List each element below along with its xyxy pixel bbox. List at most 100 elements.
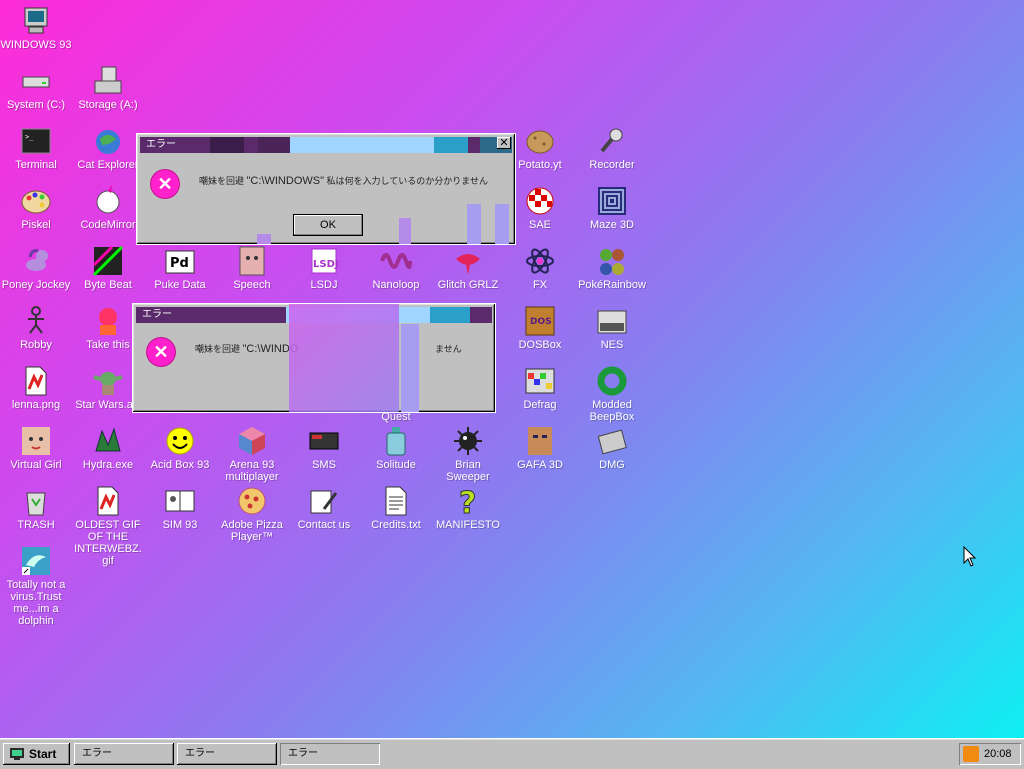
desktop-icon-credits[interactable]: Credits.txt xyxy=(360,485,432,531)
desktop-icon-label: Acid Box 93 xyxy=(150,459,210,471)
desktop-icon-terminal[interactable]: >_ Terminal xyxy=(0,125,72,171)
take-this-icon xyxy=(92,305,124,337)
desktop-icon-label: Defrag xyxy=(523,399,557,411)
dosbox-icon: DOS xyxy=(524,305,556,337)
desktop-icon-label: Puke Data xyxy=(154,279,206,291)
desktop-icon-dosbox[interactable]: DOS DOSBox xyxy=(504,305,576,351)
svg-text:?: ? xyxy=(459,486,476,517)
pokerainbow-icon xyxy=(596,245,628,277)
desktop-icon-pokerainbow[interactable]: PokéRainbow xyxy=(576,245,648,291)
desktop-icon-label: DOSBox xyxy=(518,339,562,351)
desktop-icon-solitude[interactable]: Solitude xyxy=(360,425,432,471)
desktop-icon-label: Robby xyxy=(20,339,52,351)
question-icon: ? xyxy=(452,485,484,518)
desktop-icon-robby[interactable]: Robby xyxy=(0,305,72,351)
desktop-icon-hydra[interactable]: Hydra.exe xyxy=(72,425,144,471)
desktop-icon-label: Arena 93 multiplayer xyxy=(225,459,279,483)
wave-icon xyxy=(380,245,412,277)
taskbar: Start エラー エラー エラー 20:08 xyxy=(0,738,1024,769)
write-icon xyxy=(308,485,340,517)
clock: 20:08 xyxy=(984,748,1012,760)
face-icon xyxy=(236,245,268,277)
desktop-icon-speech[interactable]: Speech xyxy=(216,245,288,291)
start-label: Start xyxy=(29,747,57,761)
desktop-icon-label: Credits.txt xyxy=(371,519,421,531)
desktop-icon-recorder[interactable]: Recorder xyxy=(576,125,648,171)
desktop-icon-arena93[interactable]: Arena 93 multiplayer xyxy=(216,425,288,483)
desktop-icon-label: Cat Explorer xyxy=(77,159,139,171)
glitch-strip xyxy=(399,218,411,244)
pony-icon xyxy=(20,245,52,277)
desktop-icon-briansweeper[interactable]: Brian Sweeper xyxy=(432,425,504,483)
error-dialog[interactable]: エラー ✕ 嘲妹を回避 "C:\WINDO ません xyxy=(132,303,496,413)
computer-icon xyxy=(20,5,52,37)
desktop-icon-label: CodeMirror xyxy=(80,219,136,231)
dialog-message: 嘲妹を回避 "C:\WINDO xyxy=(195,343,299,355)
maze-icon xyxy=(596,185,628,217)
desktop-icon-manifesto[interactable]: ? MANIFESTO xyxy=(432,485,504,532)
svg-text:Pd: Pd xyxy=(170,256,189,271)
desktop-icon-bytebeat[interactable]: Byte Beat xyxy=(72,245,144,291)
error-dialog[interactable]: エラー ✕ ✕ 嘲妹を回避 "C:\WINDOWS" 私は何を入力しているのか分… xyxy=(136,133,516,245)
dialog-titlebar[interactable]: エラー xyxy=(140,137,512,153)
ok-button[interactable]: OK xyxy=(293,214,363,236)
desktop-icon-defrag[interactable]: Defrag xyxy=(504,365,576,411)
cube-icon xyxy=(236,425,268,457)
desktop-icon-label: Brian Sweeper xyxy=(446,459,490,483)
glitch-strip xyxy=(289,304,399,412)
windows-logo-icon xyxy=(10,748,24,760)
desktop-icon-poneyjockey[interactable]: Poney Jockey xyxy=(0,245,72,291)
defrag-icon xyxy=(524,365,556,397)
desktop-icon-system[interactable]: System (C:) xyxy=(0,65,72,111)
desktop-icon-sim93[interactable]: SIM 93 xyxy=(144,485,216,531)
start-button[interactable]: Start xyxy=(3,743,70,765)
desktop-icon-gafa3d[interactable]: GAFA 3D xyxy=(504,425,576,471)
glitch-strip xyxy=(467,204,481,244)
desktop-icon-catexplorer[interactable]: Cat Explorer xyxy=(72,125,144,171)
desktop-icon-label: Piskel xyxy=(21,219,51,231)
smiley-icon xyxy=(164,425,196,457)
taskbar-task-active[interactable]: エラー xyxy=(280,743,380,765)
taskbar-task[interactable]: エラー xyxy=(74,743,174,765)
desktop-icon-windows93[interactable]: WINDOWS 93 xyxy=(0,5,72,51)
desktop-icon-label: Recorder xyxy=(589,159,635,171)
close-button[interactable]: ✕ xyxy=(497,137,511,149)
glitch-strip xyxy=(495,204,509,244)
desktop-icon-contactus[interactable]: Contact us xyxy=(288,485,360,531)
svg-text:DOS: DOS xyxy=(530,317,552,327)
desktop-icon-label: Speech xyxy=(233,279,271,291)
desktop-icon-beepbox[interactable]: Modded BeepBox xyxy=(576,365,648,423)
desktop-icon-nanoloop[interactable]: Nanoloop xyxy=(360,245,432,291)
desktop-icon-nes[interactable]: NES xyxy=(576,305,648,351)
checker-ball-icon xyxy=(524,185,556,217)
doomguy-icon xyxy=(524,425,556,457)
desktop-icon-label: FX xyxy=(532,279,548,291)
desktop-icon-virtualgirl[interactable]: Virtual Girl xyxy=(0,425,72,471)
desktop-icon-label: Virtual Girl xyxy=(10,459,62,471)
rss-icon[interactable] xyxy=(963,746,979,762)
taskbar-task[interactable]: エラー xyxy=(177,743,277,765)
desktop-icon-sms[interactable]: SMS xyxy=(288,425,360,471)
desktop-icon-acidbox[interactable]: Acid Box 93 xyxy=(144,425,216,471)
error-icon: ✕ xyxy=(151,170,179,198)
desktop-icon-label: Maze 3D xyxy=(589,219,635,231)
desktop-icon-fx[interactable]: FX xyxy=(504,245,576,291)
desktop-icon-codemirror[interactable]: CodeMirror xyxy=(72,185,144,231)
desktop-icon-label: System (C:) xyxy=(6,99,66,111)
desktop-icon-glitchgrlz[interactable]: Glitch GRLZ xyxy=(432,245,504,291)
bottle-icon xyxy=(380,425,412,457)
ring-icon xyxy=(596,365,628,397)
desktop-icon-dmg[interactable]: DMG xyxy=(576,425,648,471)
desktop-icon-pukedata[interactable]: Pd Puke Data xyxy=(144,245,216,291)
desktop-icon-trash[interactable]: TRASH xyxy=(0,485,72,531)
desktop-icon-piskel[interactable]: Piskel xyxy=(0,185,72,231)
desktop-icon-adobepizza[interactable]: Adobe Pizza Player™ xyxy=(216,485,288,543)
desktop-icon-maze3d[interactable]: Maze 3D xyxy=(576,185,648,231)
desktop-icon-storage[interactable]: Storage (A:) xyxy=(72,65,144,111)
palette-icon xyxy=(20,185,52,217)
desktop-icon-lenna[interactable]: lenna.png xyxy=(0,365,72,411)
hard-drive-icon xyxy=(20,65,52,97)
desktop-icon-oldestgif[interactable]: OLDEST GIF OF THE INTERWEBZ.gif xyxy=(72,485,144,567)
desktop-icon-lsdj[interactable]: LSDJ LSDJ xyxy=(288,245,360,291)
desktop-icon-dolphin[interactable]: Totally not a virus.Trust me...im a dolp… xyxy=(0,545,72,627)
